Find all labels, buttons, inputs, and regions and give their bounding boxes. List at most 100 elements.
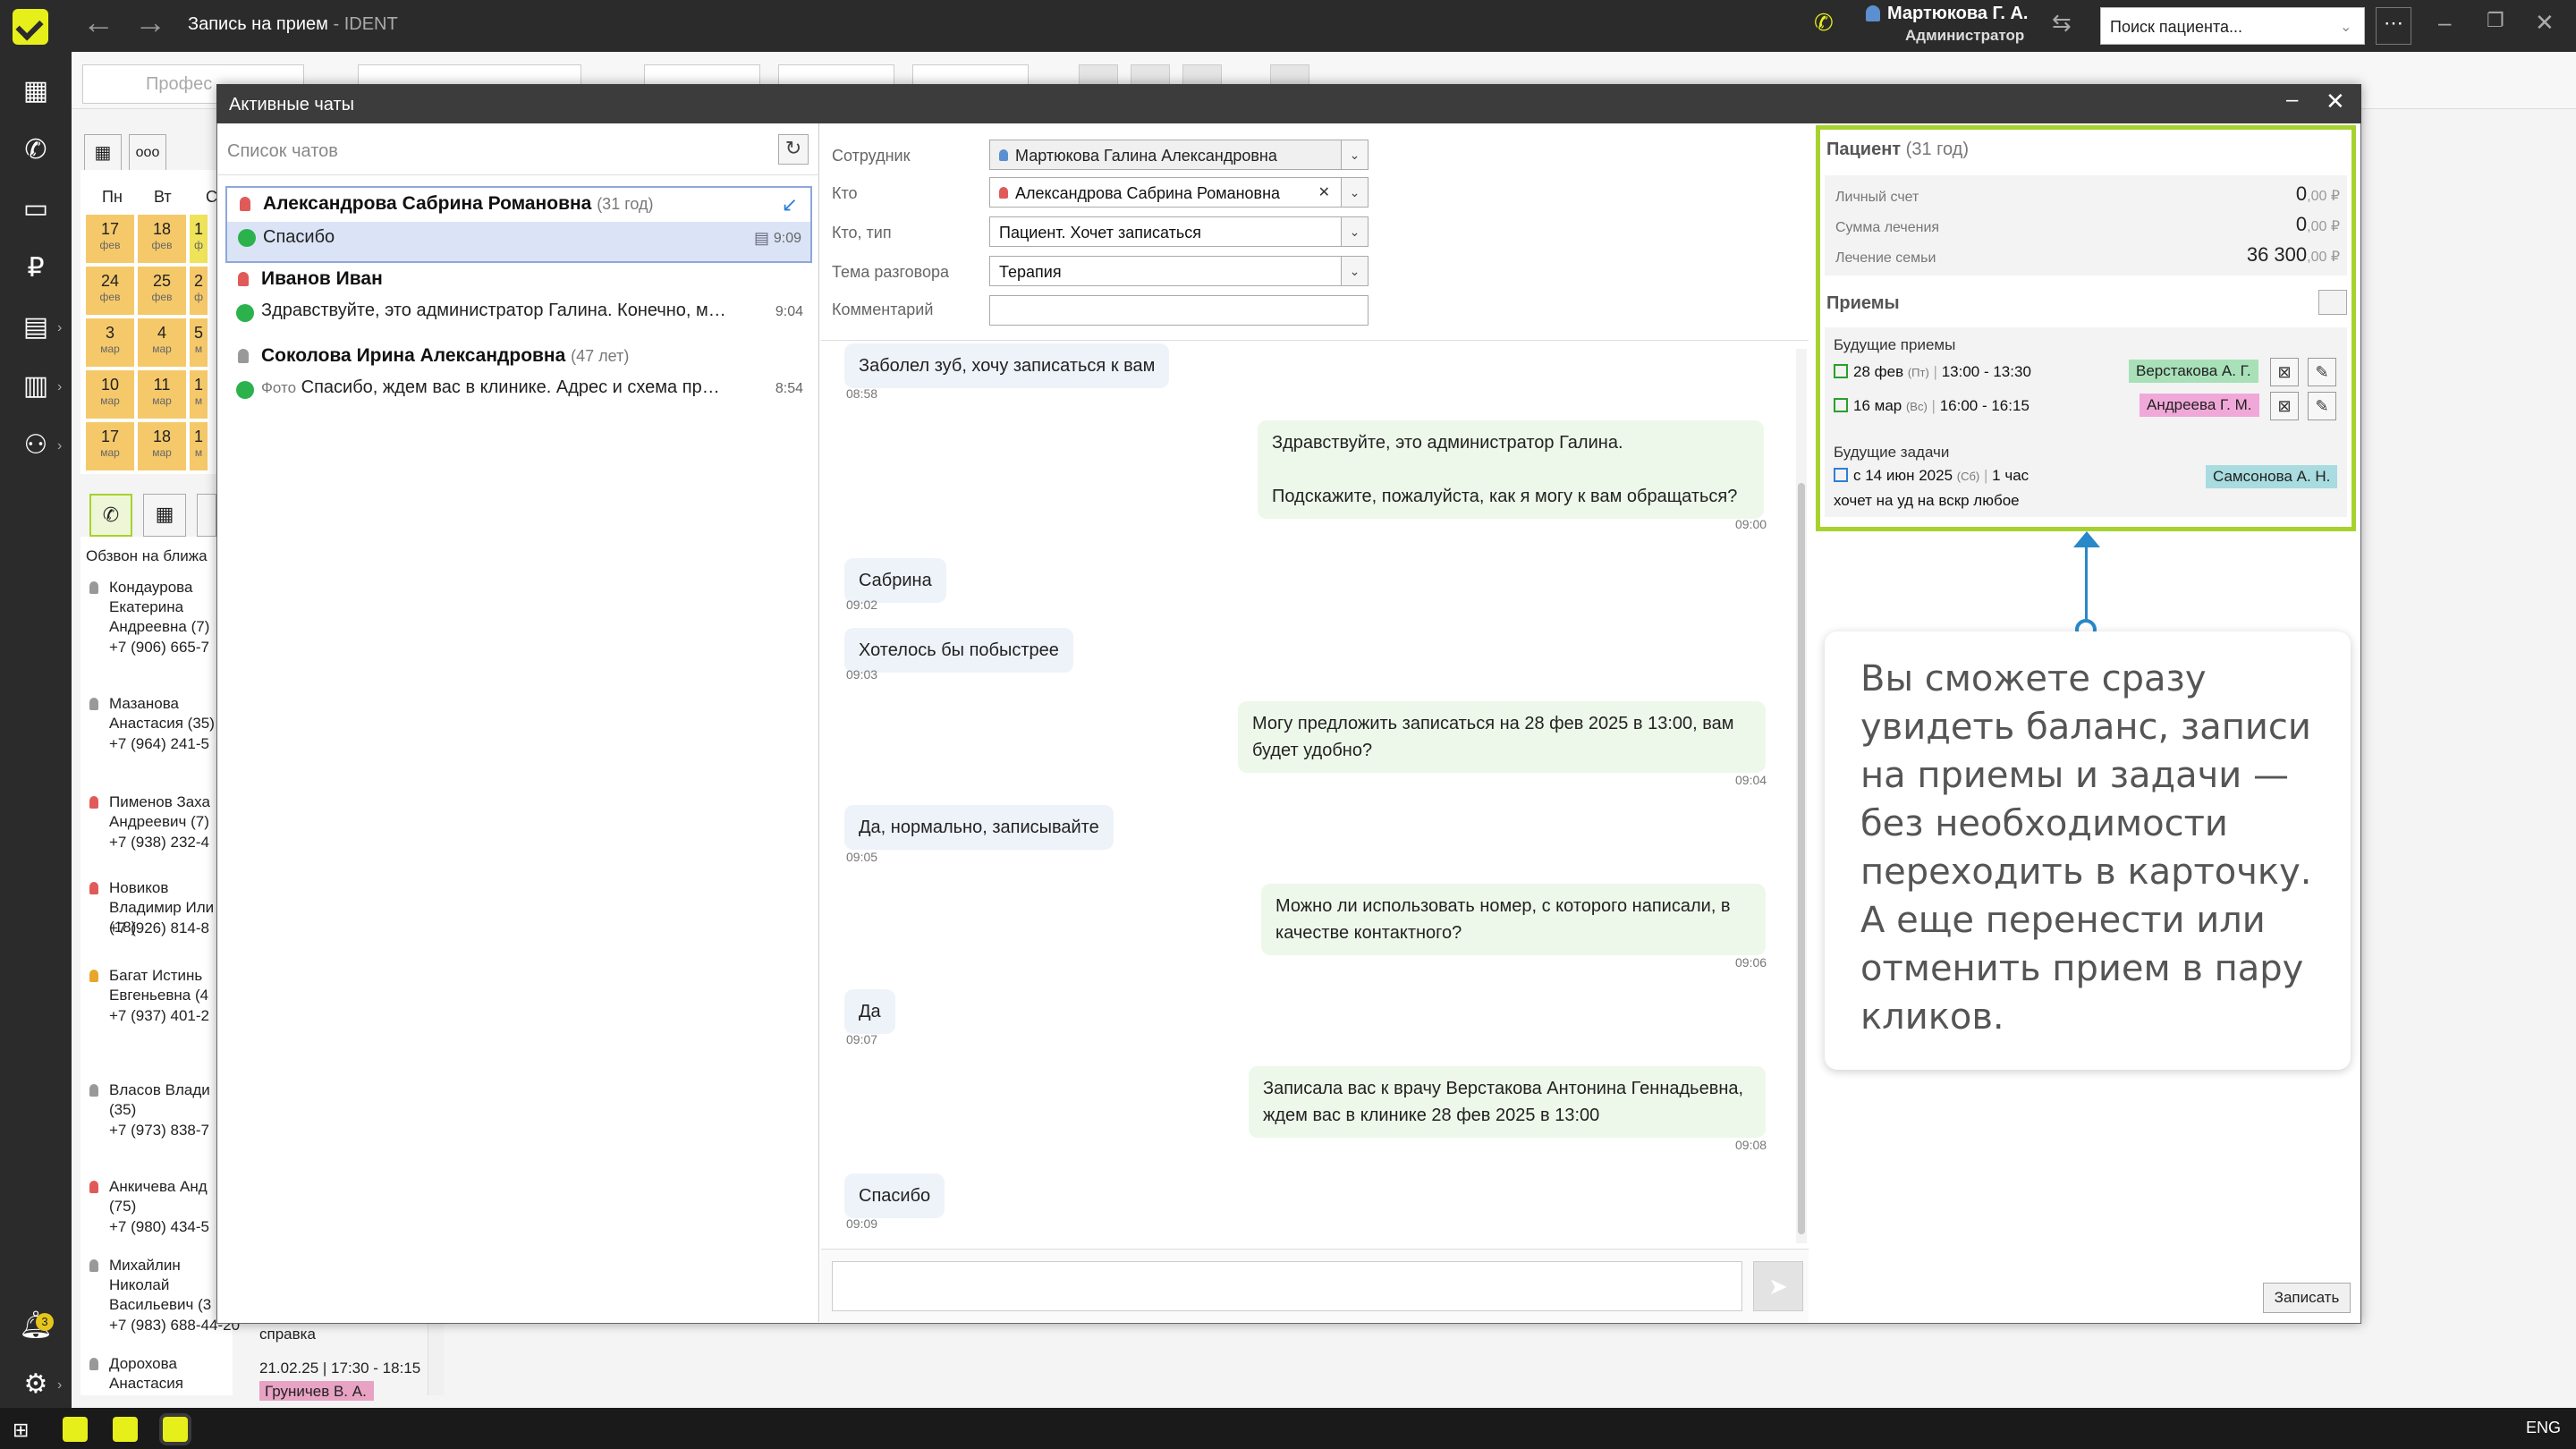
calendar-day[interactable]: 1ф: [190, 215, 208, 263]
chat-scrollbar-thumb[interactable]: [1798, 483, 1805, 1234]
calendar-day[interactable]: 4 мар: [138, 318, 186, 367]
call-list-patient[interactable]: Багат Истинь Евгеньевна (4: [109, 966, 215, 1005]
today-icon[interactable]: ▦: [84, 134, 122, 172]
message-time: 09:03: [846, 667, 878, 682]
patient-icon: [238, 272, 249, 286]
cancel-visit-icon[interactable]: ⊠: [2270, 358, 2299, 386]
who-type-select[interactable]: Пациент. Хочет записаться ⌄: [989, 216, 1368, 247]
message-input[interactable]: [832, 1261, 1742, 1311]
forward-arrow-icon[interactable]: →: [134, 4, 166, 41]
page-scrollbar[interactable]: [2558, 134, 2572, 1404]
ruble-icon[interactable]: ₽: [16, 249, 55, 288]
chat-list-item[interactable]: Александрова Сабрина Романовна (31 год) …: [225, 186, 812, 263]
back-arrow-icon[interactable]: ←: [82, 4, 114, 41]
message-time: 09:07: [846, 1032, 878, 1046]
chat-contact-name: Александрова Сабрина Романовна (31 год): [263, 193, 654, 214]
app-icon[interactable]: [63, 1417, 88, 1442]
who-field[interactable]: Александрова Сабрина Романовна ✕ ⌄: [989, 177, 1368, 208]
calendar-day[interactable]: 25 фев: [138, 267, 186, 315]
visit-row[interactable]: 28 фев (Пт) | 13:00 - 13:30: [1834, 363, 2031, 381]
taskbar: [0, 1408, 2576, 1449]
calendar-day[interactable]: 11 мар: [138, 370, 186, 419]
chevron-right-icon: ›: [57, 379, 63, 394]
calendar-day[interactable]: 2ф: [190, 267, 208, 315]
callout-text: Вы сможете сразу увидеть баланс, записи …: [1825, 631, 2351, 1070]
patient-icon: [89, 581, 98, 594]
windows-start-icon[interactable]: ⊞: [13, 1420, 32, 1440]
topic-label: Тема разговора: [832, 263, 950, 281]
restore-icon[interactable]: ❐: [2487, 9, 2504, 32]
chevron-down-icon[interactable]: ⌄: [1341, 178, 1368, 207]
more-icon[interactable]: ⋯: [2376, 7, 2411, 45]
visit-row[interactable]: 16 мар (Вс) | 16:00 - 16:15: [1834, 397, 2029, 415]
edit-visit-icon[interactable]: ✎: [2308, 358, 2336, 386]
visit-note: справка: [259, 1326, 316, 1343]
calendar-day[interactable]: 1м: [190, 370, 208, 419]
cancel-visit-icon[interactable]: ⊠: [2270, 392, 2299, 420]
phone-icon[interactable]: ✆: [1814, 9, 1834, 37]
reports-icon[interactable]: ▥: [16, 367, 55, 406]
message-time: 09:06: [1735, 955, 1767, 970]
tab-icon[interactable]: [197, 494, 216, 537]
call-list-patient[interactable]: Михайлин Николай Васильевич (3: [109, 1256, 215, 1315]
calendar-day[interactable]: 18 фев: [138, 215, 186, 263]
call-list-patient[interactable]: Власов Влади (35): [109, 1080, 215, 1120]
refresh-icon[interactable]: ↻: [778, 134, 809, 165]
chat-list-item[interactable]: Соколова Ирина Александровна (47 лет) Фо…: [225, 340, 812, 417]
patient-icon: [89, 1084, 98, 1097]
chevron-down-icon[interactable]: ⌄: [1341, 257, 1368, 285]
chevron-right-icon: ›: [57, 438, 63, 453]
registry-icon[interactable]: ▤: [16, 308, 55, 347]
calls-icon[interactable]: ✆: [16, 131, 55, 170]
send-icon[interactable]: ➤: [1753, 1261, 1803, 1311]
user-name[interactable]: Мартюкова Г. А.: [1887, 4, 2028, 24]
message-bubble-out: Записала вас к врачу Верстакова Антонина…: [1249, 1066, 1766, 1138]
chat-icon[interactable]: ▭: [16, 190, 55, 229]
calendar-day[interactable]: 10 мар: [86, 370, 134, 419]
call-list-patient[interactable]: Пименов Заха Андреевич (7): [109, 792, 215, 832]
tasks-tab-icon[interactable]: ▦: [143, 494, 186, 537]
minimize-icon[interactable]: –: [2438, 9, 2451, 37]
save-button[interactable]: Записать: [2263, 1283, 2351, 1313]
message-time: 09:00: [1735, 517, 1767, 531]
calendar-day[interactable]: 3 мар: [86, 318, 134, 367]
calendar-day[interactable]: 1м: [190, 422, 208, 470]
schedule-icon[interactable]: ▦: [16, 72, 55, 111]
app-icon[interactable]: [113, 1417, 138, 1442]
calendar-day[interactable]: 5м: [190, 318, 208, 367]
call-list-patient[interactable]: Мазанова Анастасия (35): [109, 694, 215, 733]
employee-field[interactable]: Мартюкова Галина Александровна ⌄: [989, 140, 1368, 170]
calendar-day[interactable]: 18 мар: [138, 422, 186, 470]
message-time: 09:05: [846, 850, 878, 864]
edit-visit-icon[interactable]: ✎: [2308, 392, 2336, 420]
settings-gear-icon[interactable]: ⚙: [16, 1365, 55, 1404]
calendar-day[interactable]: 17 фев: [86, 215, 134, 263]
chevron-down-icon[interactable]: ⌄: [2340, 18, 2351, 36]
patient-card-icon[interactable]: [2318, 290, 2347, 315]
calendar-day[interactable]: 17 мар: [86, 422, 134, 470]
call-list-patient[interactable]: Дорохова Анастасия: [109, 1354, 215, 1394]
topic-select[interactable]: Терапия ⌄: [989, 256, 1368, 286]
minimize-icon[interactable]: –: [2286, 88, 2298, 113]
chat-list-item[interactable]: Иванов Иван Здравствуйте, это администра…: [225, 263, 812, 340]
language-indicator[interactable]: ENG: [2526, 1419, 2561, 1437]
close-icon[interactable]: ✕: [2326, 88, 2345, 115]
call-list-patient[interactable]: Анкичева Анд (75): [109, 1177, 215, 1216]
more-options-icon[interactable]: ooo: [129, 134, 166, 172]
logout-icon[interactable]: ⇆: [2052, 9, 2072, 37]
close-icon[interactable]: ✕: [2535, 9, 2555, 37]
comment-input[interactable]: [989, 295, 1368, 326]
staff-icon[interactable]: ⚇: [16, 426, 55, 465]
patient-search-input[interactable]: Поиск пациента...: [2100, 7, 2365, 45]
task-row[interactable]: с 14 июн 2025 (Сб) | 1 час: [1834, 467, 2029, 485]
call-list-patient[interactable]: Кондаурова Екатерина Андреевна (7): [109, 578, 215, 637]
message-bubble-out: Можно ли использовать номер, с которого …: [1261, 884, 1766, 955]
calendar-day[interactable]: 24 фев: [86, 267, 134, 315]
app-icon[interactable]: [163, 1417, 188, 1442]
clear-icon[interactable]: ✕: [1318, 183, 1330, 201]
chevron-down-icon[interactable]: ⌄: [1341, 140, 1368, 169]
chat-list-search[interactable]: Список чатов: [218, 125, 819, 175]
chat-contact-name: Соколова Ирина Александровна (47 лет): [261, 345, 630, 366]
call-tab-icon[interactable]: ✆: [89, 494, 132, 537]
chevron-down-icon[interactable]: ⌄: [1341, 217, 1368, 246]
